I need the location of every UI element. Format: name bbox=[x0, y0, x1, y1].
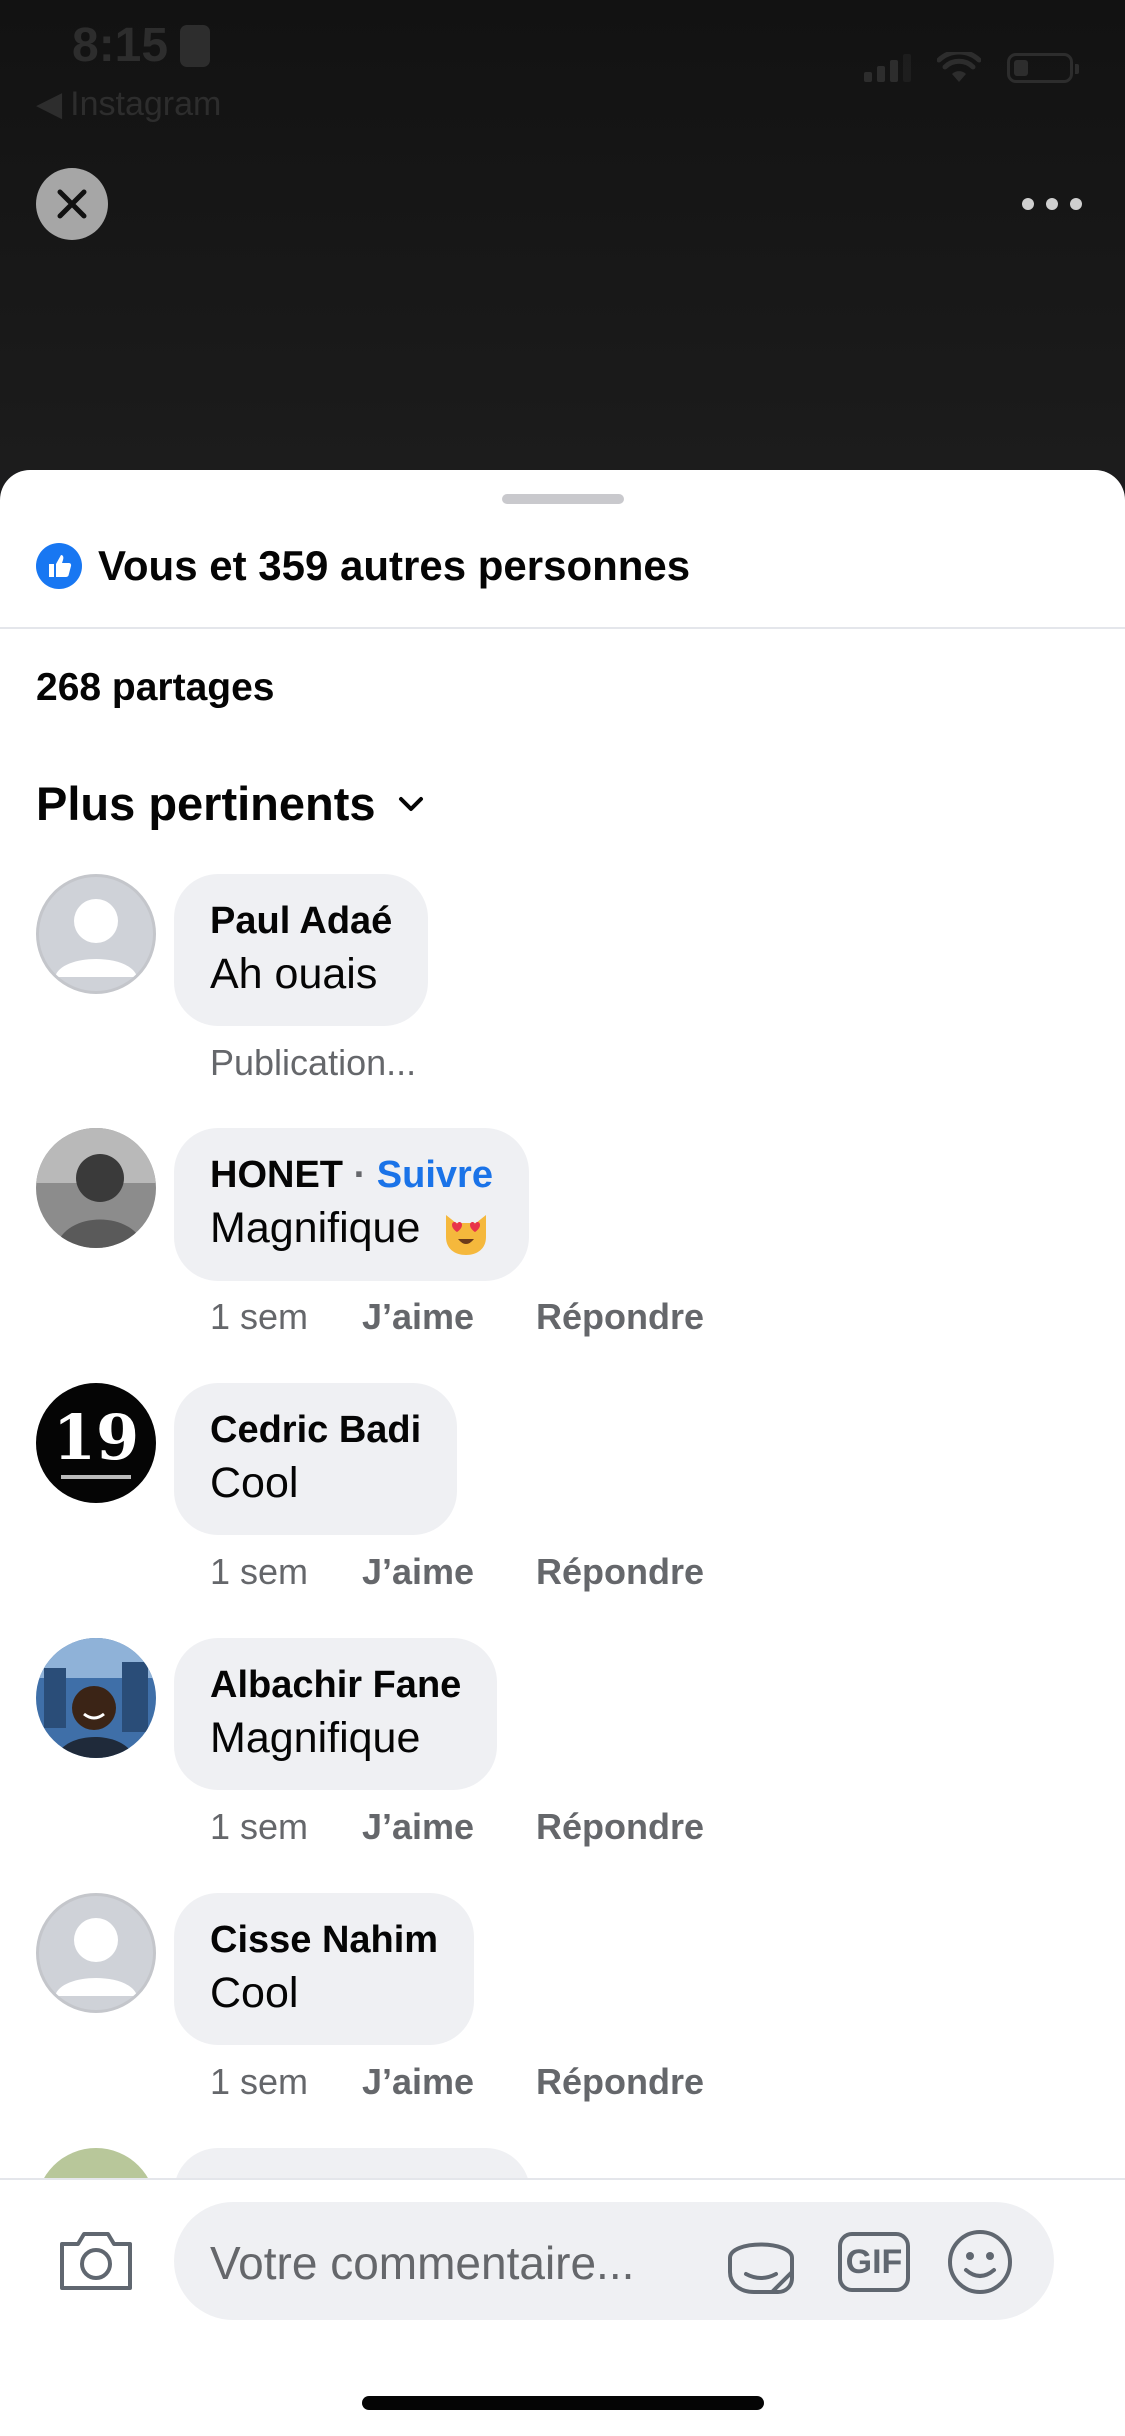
comment-actions: 1 sem J’aime Répondre bbox=[210, 1551, 704, 1593]
story-background: 8:15 ◀ Instagram bbox=[0, 0, 1125, 470]
more-options-button[interactable] bbox=[1022, 190, 1082, 218]
reactions-text: Vous et 359 autres personnes bbox=[98, 542, 691, 589]
comment-bubble[interactable]: Cisse Nahim Cool bbox=[174, 1893, 475, 2045]
comment-author[interactable]: Albachir Fane bbox=[210, 1660, 461, 1710]
gif-button[interactable]: GIF bbox=[838, 2232, 910, 2292]
reactions-summary[interactable]: Vous et 359 autres personnes bbox=[36, 542, 690, 590]
home-indicator[interactable] bbox=[362, 2396, 764, 2410]
chevron-down-icon bbox=[398, 796, 423, 811]
comment-input-bar: Votre commentaire... GIF bbox=[0, 2178, 1125, 2436]
comment-time: 1 sem bbox=[210, 1296, 309, 1337]
comment-text: Magnifique bbox=[210, 1204, 421, 1252]
separator-dot: · bbox=[353, 1154, 367, 1196]
status-time: 8:15 bbox=[72, 18, 211, 73]
divider bbox=[0, 627, 1125, 629]
like-button[interactable]: J’aime bbox=[362, 1551, 536, 1593]
comments-sheet: Vous et 359 autres personnes 268 partage… bbox=[0, 470, 1125, 2436]
camera-icon[interactable] bbox=[56, 2224, 136, 2294]
reply-button[interactable]: Répondre bbox=[536, 1296, 704, 1338]
like-button[interactable]: J’aime bbox=[362, 1806, 536, 1848]
comment-author[interactable]: Paul Adaé bbox=[210, 896, 392, 946]
comment-bubble[interactable]: Albachir Fane Magnifique bbox=[174, 1638, 498, 1790]
publishing-status: Publication... bbox=[210, 1042, 417, 1083]
comment-bubble[interactable]: Paul Adaé Ah ouais bbox=[174, 874, 429, 1026]
comment-actions: 1 sem J’aime Répondre bbox=[210, 1296, 704, 1338]
comment-text: Magnifique bbox=[210, 1714, 421, 1762]
heart-eyes-cat-emoji-icon bbox=[446, 1214, 487, 1255]
avatar[interactable] bbox=[36, 874, 156, 994]
comment-actions: 1 sem J’aime Répondre bbox=[210, 1806, 704, 1848]
gif-label: GIF bbox=[845, 2242, 903, 2281]
emoji-icon[interactable] bbox=[946, 2228, 1014, 2296]
wifi-icon bbox=[937, 52, 981, 82]
reply-button[interactable]: Répondre bbox=[536, 2061, 704, 2103]
like-button[interactable]: J’aime bbox=[362, 2061, 536, 2103]
back-app-label: Instagram bbox=[70, 84, 222, 123]
comment-text: Cool bbox=[210, 1459, 299, 1507]
status-indicators bbox=[864, 52, 1079, 84]
like-reaction-icon bbox=[36, 543, 82, 589]
avatar-number: 19 bbox=[52, 1401, 140, 1474]
comment-text: Ah ouais bbox=[210, 950, 378, 998]
comment-author[interactable]: Cisse Nahim bbox=[210, 1915, 438, 1965]
avatar[interactable] bbox=[36, 1638, 156, 1758]
comment-text: Cool bbox=[210, 1969, 299, 2017]
comment-bubble[interactable]: Cedric Badi Cool bbox=[174, 1383, 458, 1535]
comment-bubble[interactable]: HONET · Suivre Magnifique bbox=[174, 1128, 529, 1281]
comment-time: 1 sem bbox=[210, 1551, 309, 1592]
comment-input[interactable]: Votre commentaire... GIF bbox=[174, 2202, 1054, 2320]
sort-label: Plus pertinents bbox=[36, 777, 376, 830]
like-button[interactable]: J’aime bbox=[362, 1296, 536, 1338]
close-icon bbox=[57, 189, 87, 219]
close-button[interactable] bbox=[36, 168, 108, 240]
follow-button[interactable]: Suivre bbox=[377, 1154, 493, 1196]
reply-button[interactable]: Répondre bbox=[536, 1551, 704, 1593]
clock-text: 8:15 bbox=[72, 19, 169, 72]
avatar[interactable]: 19 bbox=[36, 1383, 156, 1503]
comment-actions: 1 sem J’aime Répondre bbox=[210, 2061, 704, 2103]
sticker-icon[interactable] bbox=[724, 2228, 798, 2300]
avatar[interactable] bbox=[36, 1893, 156, 2013]
comment-author[interactable]: Cedric Badi bbox=[210, 1405, 421, 1455]
comment-time: 1 sem bbox=[210, 2061, 309, 2102]
reply-button[interactable]: Répondre bbox=[536, 1806, 704, 1848]
back-to-app-link[interactable]: ◀ Instagram bbox=[36, 84, 221, 124]
comment-input-placeholder: Votre commentaire... bbox=[210, 2237, 635, 2289]
avatar[interactable] bbox=[36, 1128, 156, 1248]
comment-author-line: HONET · Suivre bbox=[210, 1150, 493, 1200]
comment-time: 1 sem bbox=[210, 1806, 309, 1847]
battery-icon bbox=[1007, 53, 1079, 83]
comment-author[interactable]: HONET bbox=[210, 1154, 343, 1196]
comment-status: Publication... bbox=[210, 1042, 416, 1084]
cellular-signal-icon bbox=[864, 54, 911, 82]
back-triangle-icon: ◀ bbox=[36, 85, 63, 123]
comment-text-line: Magnifique bbox=[210, 1200, 493, 1257]
sheet-grabber[interactable] bbox=[502, 494, 624, 504]
shares-count[interactable]: 268 partages bbox=[36, 666, 274, 710]
avatar-caption-mark bbox=[61, 1475, 131, 1479]
screen-record-icon bbox=[180, 24, 211, 67]
sort-dropdown[interactable]: Plus pertinents bbox=[36, 776, 426, 831]
